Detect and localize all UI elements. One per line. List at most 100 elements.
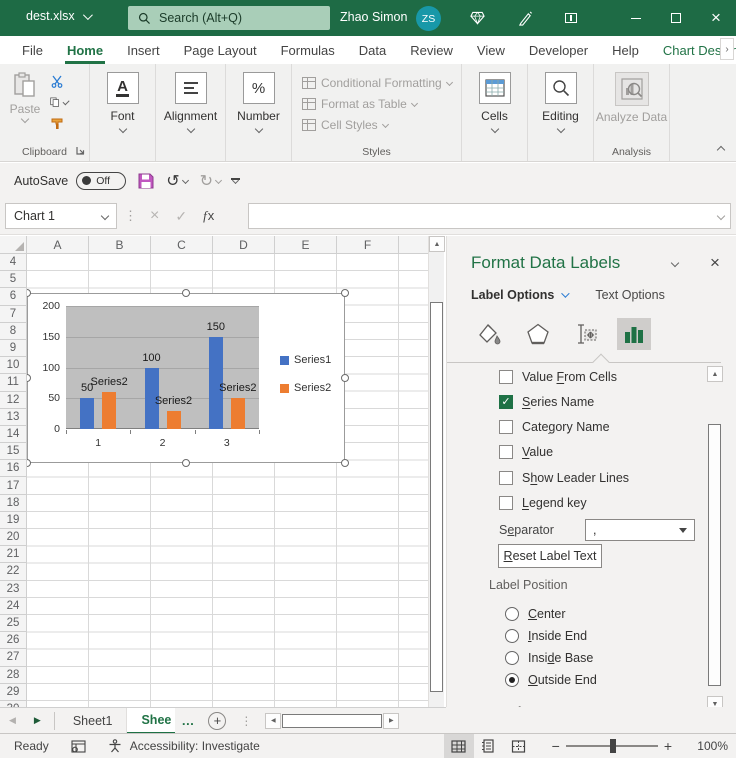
row-header-18[interactable]: 18 bbox=[0, 495, 26, 512]
checkbox-value-from-cells[interactable]: Value From Cells bbox=[499, 370, 617, 384]
chart-resize-handle[interactable] bbox=[182, 289, 190, 297]
chart-options-icon[interactable] bbox=[617, 318, 651, 350]
editing-button[interactable]: Editing bbox=[528, 64, 593, 132]
row-header-26[interactable]: 26 bbox=[0, 632, 26, 649]
row-header-11[interactable]: 11 bbox=[0, 374, 26, 391]
page-break-preview-button[interactable] bbox=[504, 734, 534, 758]
drag-handle-icon[interactable]: ⋮ bbox=[240, 714, 253, 728]
pane-close-icon[interactable]: × bbox=[704, 253, 726, 273]
row-header-21[interactable]: 21 bbox=[0, 546, 26, 563]
pen-icon[interactable] bbox=[514, 8, 536, 28]
scrollbar-thumb[interactable] bbox=[430, 302, 443, 692]
drag-handle-icon[interactable]: ⋮ bbox=[124, 208, 138, 224]
new-sheet-button[interactable]: + bbox=[208, 712, 226, 730]
select-all-corner[interactable] bbox=[0, 236, 27, 254]
document-title[interactable]: dest.xlsx bbox=[26, 9, 90, 23]
user-name[interactable]: Zhao Simon bbox=[340, 10, 407, 24]
ribbon-tab-overflow[interactable]: › bbox=[720, 38, 734, 60]
column-header-D[interactable]: D bbox=[213, 236, 275, 254]
radio-inside-base[interactable]: Inside Base bbox=[505, 651, 593, 665]
format-as-table-button[interactable]: Format as Table bbox=[302, 93, 461, 114]
data-label[interactable]: Series2 bbox=[206, 382, 270, 394]
analyze-data-button[interactable]: Analyze Data bbox=[594, 64, 669, 125]
scrollbar-thumb[interactable] bbox=[708, 424, 721, 686]
undo-button[interactable]: ↺ bbox=[166, 171, 187, 191]
pane-options-chevron-icon[interactable] bbox=[671, 259, 679, 267]
formula-input[interactable] bbox=[248, 203, 731, 229]
chart-object[interactable]: 05010015020050Series21100Series22150Seri… bbox=[27, 293, 345, 463]
bar-series1-cat1[interactable] bbox=[80, 398, 94, 429]
insert-function-button[interactable]: fx bbox=[203, 208, 214, 224]
chart-resize-handle[interactable] bbox=[341, 459, 349, 467]
bar-series2-cat2[interactable] bbox=[167, 411, 181, 429]
row-header-27[interactable]: 27 bbox=[0, 649, 26, 666]
effects-icon[interactable] bbox=[521, 318, 555, 350]
copy-button[interactable] bbox=[50, 95, 68, 109]
pane-scrollbar[interactable]: ▲ ▼ bbox=[707, 366, 723, 712]
ribbon-tab-review[interactable]: Review bbox=[398, 36, 465, 64]
row-header-28[interactable]: 28 bbox=[0, 667, 26, 684]
scroll-left-icon[interactable]: ◀ bbox=[265, 713, 281, 729]
zoom-slider[interactable] bbox=[566, 745, 658, 747]
row-header-16[interactable]: 16 bbox=[0, 460, 26, 477]
ribbon-tab-formulas[interactable]: Formulas bbox=[269, 36, 347, 64]
row-header-4[interactable]: 4 bbox=[0, 254, 26, 271]
column-header-E[interactable]: E bbox=[275, 236, 337, 254]
checkbox-value[interactable]: Value bbox=[499, 445, 553, 459]
close-button[interactable]: × bbox=[696, 0, 736, 36]
maximize-button[interactable] bbox=[656, 0, 696, 36]
chart-resize-handle[interactable] bbox=[27, 289, 31, 297]
sheet-tab-sheet1[interactable]: Sheet1 bbox=[59, 708, 128, 734]
ribbon-display-options-icon[interactable] bbox=[560, 8, 582, 28]
ribbon-tab-help[interactable]: Help bbox=[600, 36, 651, 64]
tab-label-options[interactable]: Label Options bbox=[471, 288, 567, 302]
ribbon-tab-home[interactable]: Home bbox=[55, 36, 115, 64]
row-header-10[interactable]: 10 bbox=[0, 357, 26, 374]
row-header-20[interactable]: 20 bbox=[0, 529, 26, 546]
scroll-right-icon[interactable]: ▶ bbox=[383, 713, 399, 729]
ribbon-tab-developer[interactable]: Developer bbox=[517, 36, 600, 64]
data-label[interactable]: Series2 bbox=[142, 395, 206, 407]
column-header-B[interactable]: B bbox=[89, 236, 151, 254]
cancel-button[interactable]: × bbox=[150, 207, 159, 225]
vertical-scrollbar[interactable]: ▲ bbox=[428, 236, 444, 707]
ribbon-tab-page-layout[interactable]: Page Layout bbox=[172, 36, 269, 64]
ribbon-tab-view[interactable]: View bbox=[465, 36, 517, 64]
dialog-launcher-icon[interactable] bbox=[76, 143, 85, 158]
reset-label-text-button[interactable]: Reset Label Text bbox=[498, 544, 602, 568]
cell-styles-button[interactable]: Cell Styles bbox=[302, 114, 461, 135]
checkbox-category-name[interactable]: Category Name bbox=[499, 420, 610, 434]
column-header-F[interactable]: F bbox=[337, 236, 399, 254]
customize-toolbar-button[interactable] bbox=[233, 178, 238, 183]
ribbon-tab-data[interactable]: Data bbox=[347, 36, 398, 64]
column-header-A[interactable]: A bbox=[27, 236, 89, 254]
zoom-slider-thumb[interactable] bbox=[610, 739, 616, 753]
sheet-tab-active[interactable]: Shee bbox=[127, 708, 175, 734]
bar-series2-cat1[interactable] bbox=[102, 392, 116, 429]
cells-button[interactable]: Cells bbox=[462, 64, 527, 132]
row-header-7[interactable]: 7 bbox=[0, 306, 26, 323]
legend-series1[interactable]: Series1 bbox=[280, 354, 331, 366]
data-label[interactable]: 100 bbox=[120, 352, 184, 364]
format-painter-button[interactable] bbox=[50, 116, 68, 130]
prev-sheet-icon[interactable]: ◀ bbox=[0, 715, 25, 726]
save-button[interactable] bbox=[138, 173, 154, 189]
row-header-25[interactable]: 25 bbox=[0, 615, 26, 632]
row-header-19[interactable]: 19 bbox=[0, 512, 26, 529]
cut-button[interactable] bbox=[50, 74, 68, 88]
row-header-29[interactable]: 29 bbox=[0, 684, 26, 701]
search-box[interactable]: Search (Alt+Q) bbox=[128, 6, 330, 30]
chart-resize-handle[interactable] bbox=[341, 374, 349, 382]
conditional-formatting-button[interactable]: Conditional Formatting bbox=[302, 72, 461, 93]
row-header-13[interactable]: 13 bbox=[0, 409, 26, 426]
row-header-15[interactable]: 15 bbox=[0, 443, 26, 460]
row-header-6[interactable]: 6 bbox=[0, 288, 26, 305]
ribbon-tab-file[interactable]: File bbox=[10, 36, 55, 64]
tab-text-options[interactable]: Text Options bbox=[595, 288, 664, 302]
normal-view-button[interactable] bbox=[444, 734, 474, 758]
scroll-up-icon[interactable]: ▲ bbox=[429, 236, 445, 252]
ribbon-tab-insert[interactable]: Insert bbox=[115, 36, 172, 64]
zoom-level[interactable]: 100% bbox=[682, 739, 728, 753]
gem-icon[interactable] bbox=[466, 8, 488, 28]
radio-inside-end[interactable]: Inside End bbox=[505, 629, 587, 643]
